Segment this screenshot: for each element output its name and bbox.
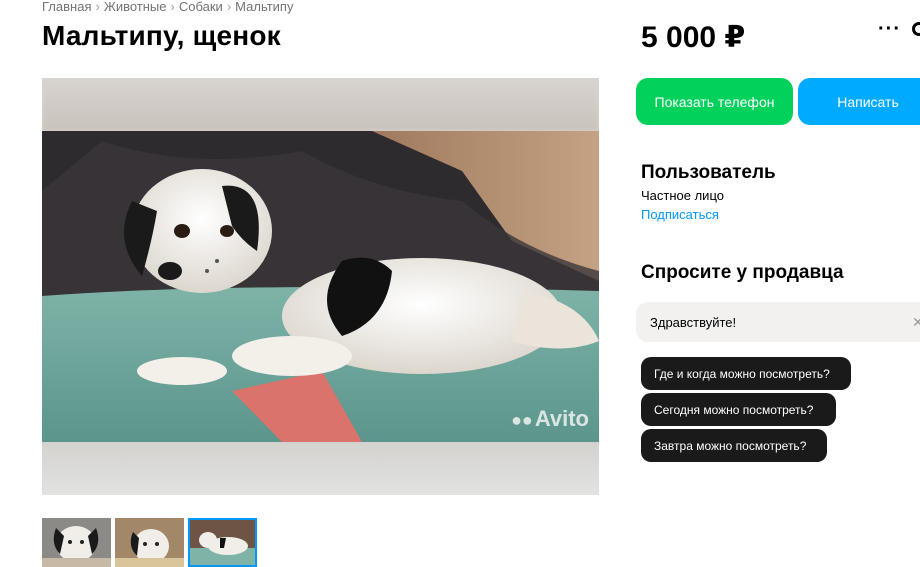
thumbnail-image — [190, 520, 255, 565]
subscribe-link[interactable]: Подписаться — [641, 207, 719, 222]
ask-seller-input[interactable]: Здравствуйте! ✕ — [636, 302, 920, 342]
thumbnail-image — [115, 518, 184, 567]
suggestion-chip[interactable]: Сегодня можно посмотреть? — [641, 393, 836, 426]
page-title: Мальтипу, щенок — [42, 20, 281, 51]
breadcrumb-home[interactable]: Главная — [42, 0, 91, 14]
thumbnail-image — [42, 518, 111, 567]
gallery-blur-top — [42, 78, 599, 131]
photo-gallery[interactable]: ●●Avito — [42, 78, 599, 495]
write-message-button[interactable]: Написать — [798, 78, 920, 125]
show-phone-button[interactable]: Показать телефон — [636, 78, 793, 125]
suggestion-chip[interactable]: Завтра можно посмотреть? — [641, 429, 827, 462]
thumbnail-2[interactable] — [115, 518, 184, 567]
ask-seller-title: Спросите у продавца — [641, 262, 844, 283]
price: 5 000 ₽ — [641, 21, 746, 54]
thumbnail-3[interactable] — [188, 518, 257, 567]
thumbnail-1[interactable] — [42, 518, 111, 567]
ask-input-value: Здравствуйте! — [650, 314, 737, 330]
dog-photo — [42, 131, 599, 442]
more-dots-icon[interactable]: ··· — [878, 18, 901, 40]
seller-type: Частное лицо — [641, 188, 724, 203]
avito-logo-icon: ●● — [511, 410, 533, 430]
main-photo[interactable]: ●●Avito — [42, 131, 599, 442]
chevron-right-icon: › — [95, 0, 100, 14]
thumbnail-strip — [42, 518, 257, 567]
chevron-right-icon: › — [170, 0, 175, 14]
clear-icon[interactable]: ✕ — [912, 314, 920, 331]
favorite-icon[interactable] — [912, 22, 920, 36]
breadcrumb-maltipoo[interactable]: Мальтипу — [235, 0, 293, 14]
gallery-blur-bottom — [42, 442, 599, 495]
breadcrumb-dogs[interactable]: Собаки — [179, 0, 223, 14]
avito-watermark: ●●Avito — [511, 406, 589, 431]
chevron-right-icon: › — [226, 0, 232, 14]
breadcrumb: Главная › Животные › Собаки › Мальтипу — [42, 0, 293, 14]
seller-name[interactable]: Пользователь — [641, 162, 776, 184]
suggestion-chip[interactable]: Где и когда можно посмотреть? — [641, 357, 851, 390]
breadcrumb-animals[interactable]: Животные — [104, 0, 167, 14]
